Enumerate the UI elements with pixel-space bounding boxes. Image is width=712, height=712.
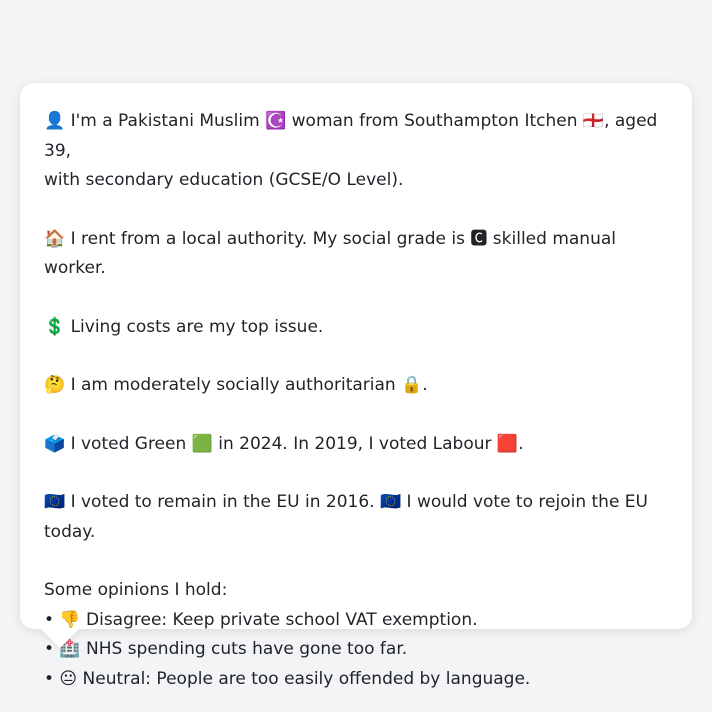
message-bubble: 👤 I'm a Pakistani Muslim ☪️ woman from S…	[20, 83, 692, 689]
social-values-paragraph: 🤔 I am moderately socially authoritarian…	[44, 375, 428, 395]
identity-line-1: 👤 I'm a Pakistani Muslim ☪️ woman from S…	[44, 111, 658, 161]
opinion-item: • 😐 Neutral: People are too easily offen…	[44, 668, 531, 689]
identity-paragraph: 👤 I'm a Pakistani Muslim ☪️ woman from S…	[44, 107, 672, 196]
opinions-heading: Some opinions I hold:	[44, 580, 228, 600]
bubble-tail	[40, 628, 80, 648]
opinion-item: • 👎 Disagree: Keep private school VAT ex…	[44, 609, 478, 630]
housing-paragraph: 🏠 I rent from a local authority. My soci…	[44, 228, 616, 279]
identity-line-2: with secondary education (GCSE/O Level).	[44, 170, 404, 190]
voting-history-paragraph: 🗳️ I voted Green 🟩 in 2024. In 2019, I v…	[44, 433, 524, 454]
opinion-item: • 🏥 NHS spending cuts have gone too far.	[44, 639, 408, 659]
eu-stance-paragraph: 🇪🇺 I voted to remain in the EU in 2016. …	[44, 492, 648, 542]
top-issue-paragraph: 💲 Living costs are my top issue.	[44, 316, 324, 337]
opinions-section: Some opinions I hold: • 👎 Disagree: Keep…	[44, 576, 672, 694]
